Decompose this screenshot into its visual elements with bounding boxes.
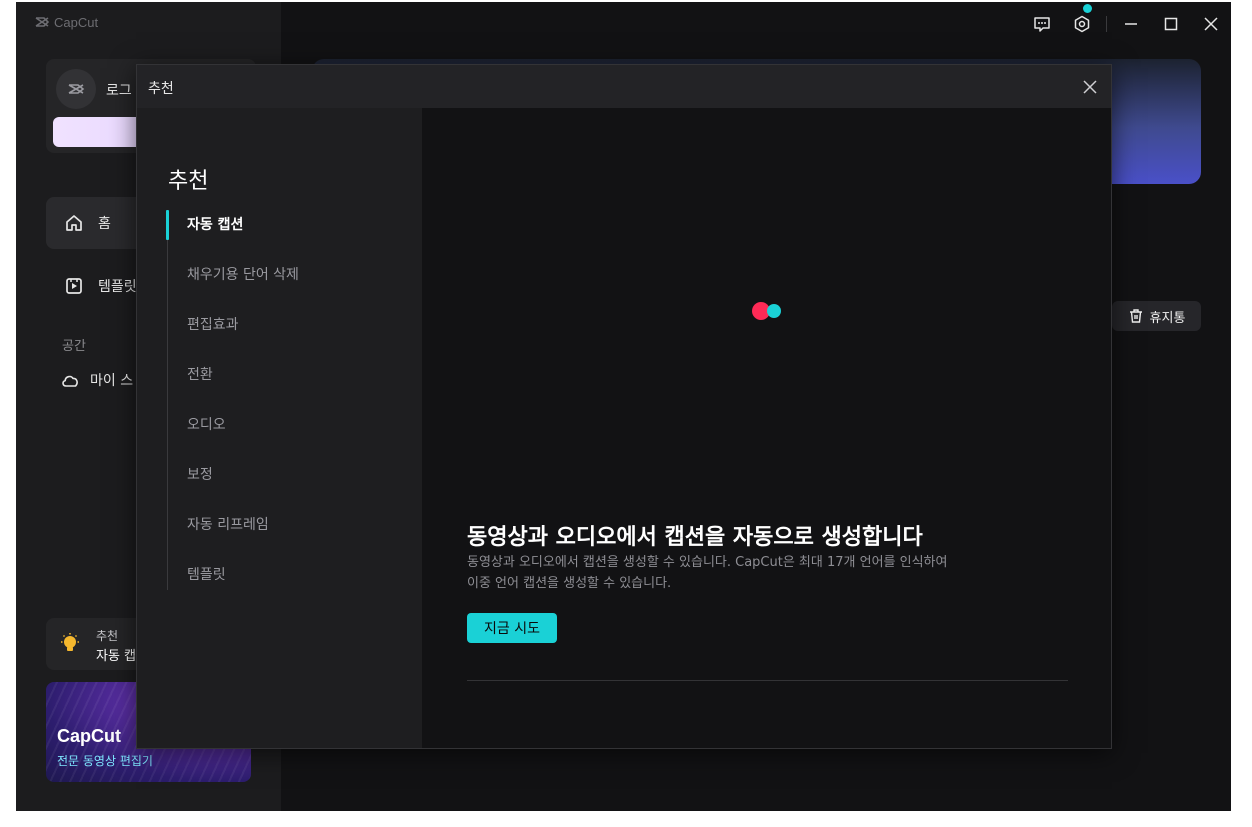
reco-card-label: 추천 — [96, 629, 119, 643]
feedback-icon — [1034, 17, 1050, 32]
promo-subtitle: 전문 동영상 편집기 — [57, 754, 153, 768]
close-icon — [1083, 80, 1097, 94]
dialog-title: 추천 — [148, 81, 174, 97]
feature-description: 동영상과 오디오에서 캡션을 생성할 수 있습니다. CapCut은 최대 17… — [467, 552, 1067, 594]
nav-item-transitions[interactable]: 전환 — [167, 360, 417, 410]
nav-item-auto-reframe[interactable]: 자동 리프레임 — [167, 510, 417, 560]
sidebar-item-label: 템플릿 — [98, 279, 137, 295]
login-link[interactable]: 로그 — [106, 80, 132, 100]
loading-spinner — [752, 302, 786, 322]
settings-button[interactable] — [1062, 4, 1102, 36]
feature-title: 동영상과 오디오에서 캡션을 자동으로 생성합니다 — [467, 525, 923, 550]
close-window-button[interactable] — [1191, 12, 1231, 36]
template-icon — [66, 278, 82, 294]
app-window: CapCut 로그 프로에 홈 템플릿 공간 마이 스 추천 자동 캡 — [16, 2, 1231, 811]
capcut-avatar-icon — [68, 84, 85, 94]
close-icon — [1204, 17, 1218, 31]
minimize-icon — [1125, 23, 1137, 25]
feature-description-line: 동영상과 오디오에서 캡션을 생성할 수 있습니다. CapCut은 최대 17… — [467, 555, 948, 570]
promo-title: CapCut — [57, 726, 121, 746]
home-icon — [66, 215, 82, 231]
dialog-content: 동영상과 오디오에서 캡션을 자동으로 생성합니다 동영상과 오디오에서 캡션을… — [422, 108, 1111, 748]
feature-description-line: 이중 언어 캡션을 생성할 수 있습니다. — [467, 576, 672, 591]
titlebar-controls — [1022, 4, 1231, 36]
nav-item-effects[interactable]: 편집효과 — [167, 310, 417, 360]
maximize-button[interactable] — [1151, 12, 1191, 36]
titlebar-divider — [1106, 16, 1107, 32]
try-now-button[interactable]: 지금 시도 — [467, 613, 557, 643]
brand-name: CapCut — [54, 14, 99, 30]
dialog-nav-heading: 추천 — [168, 169, 209, 194]
space-section-label: 공간 — [62, 339, 86, 354]
trash-button-label: 휴지통 — [1149, 310, 1186, 326]
nav-item-auto-captions[interactable]: 자동 캡션 — [166, 210, 417, 260]
dialog-nav-list: 자동 캡션 채우기용 단어 삭제 편집효과 전환 오디오 보정 자동 리프레임 … — [166, 210, 417, 610]
minimize-button[interactable] — [1111, 12, 1151, 36]
nav-item-filler-word-removal[interactable]: 채우기용 단어 삭제 — [167, 260, 417, 310]
loader-dot-cyan — [767, 304, 781, 318]
settings-hexagon-icon — [1074, 15, 1090, 33]
trash-button[interactable]: 휴지통 — [1112, 301, 1201, 331]
cloud-icon — [62, 375, 78, 387]
lightbulb-icon — [61, 633, 79, 651]
nav-item-audio[interactable]: 오디오 — [167, 410, 417, 460]
dialog-close-button[interactable] — [1079, 76, 1101, 98]
feedback-button[interactable] — [1022, 12, 1062, 36]
sidebar-item-label: 홈 — [98, 216, 111, 232]
capcut-logo-icon — [35, 17, 50, 27]
sidebar-item-cloud[interactable]: 마이 스 — [60, 370, 133, 390]
nav-item-adjust[interactable]: 보정 — [167, 460, 417, 510]
reco-card-title: 자동 캡 — [96, 649, 137, 664]
notification-dot — [1083, 4, 1092, 13]
dialog-header: 추천 — [137, 65, 1111, 108]
trash-icon — [1129, 309, 1142, 323]
recommendation-dialog: 추천 추천 자동 캡션 채우기용 단어 삭제 편집효과 전환 오디오 보정 자동… — [136, 64, 1112, 749]
avatar[interactable] — [56, 69, 96, 109]
maximize-icon — [1164, 17, 1178, 31]
dialog-nav: 추천 자동 캡션 채우기용 단어 삭제 편집효과 전환 오디오 보정 자동 리프… — [137, 108, 422, 748]
nav-item-templates[interactable]: 템플릿 — [167, 560, 417, 610]
content-divider — [467, 680, 1068, 681]
sidebar-item-label: 마이 스 — [90, 373, 134, 389]
brand-logo: CapCut — [34, 14, 98, 30]
